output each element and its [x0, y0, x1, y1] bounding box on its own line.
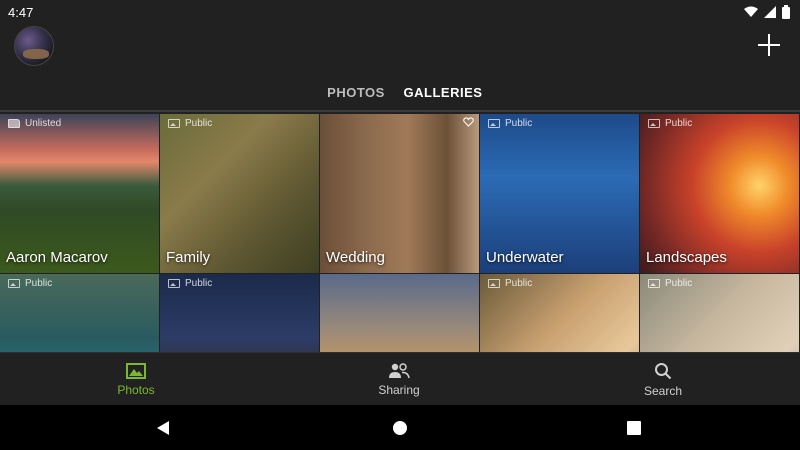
gallery-tile[interactable]: Wedding — [320, 114, 479, 273]
battery-icon — [782, 5, 790, 19]
heart-icon — [463, 117, 474, 127]
visibility-badge: Unlisted — [8, 118, 61, 129]
visibility-badge: Public — [168, 278, 212, 289]
photo-icon — [126, 362, 146, 379]
visibility-badge: Public — [648, 278, 692, 289]
nav-sharing[interactable]: Sharing — [319, 353, 479, 406]
status-bar: 4:47 — [0, 0, 800, 24]
gallery-icon — [648, 279, 660, 288]
back-icon — [157, 421, 169, 435]
tab-bar: PHOTOS GALLERIES — [0, 72, 800, 112]
home-button[interactable] — [389, 417, 411, 439]
gallery-icon — [488, 119, 500, 128]
gallery-title: Family — [166, 249, 211, 266]
visibility-badge: Public — [168, 118, 212, 129]
back-button[interactable] — [152, 417, 174, 439]
system-nav-bar — [0, 405, 800, 450]
gallery-tile[interactable]: Public Underwater — [480, 114, 639, 273]
gallery-tile[interactable]: Public — [480, 274, 639, 352]
galleries-grid: Unlisted Aaron Macarov Public Family Wed… — [0, 114, 800, 352]
nav-search[interactable]: Search — [583, 353, 743, 406]
status-time: 4:47 — [8, 4, 34, 20]
folder-icon — [8, 119, 20, 128]
gallery-title: Landscapes — [646, 249, 727, 266]
gallery-icon — [488, 279, 500, 288]
tab-photos[interactable]: PHOTOS — [322, 72, 390, 112]
signal-icon — [764, 6, 776, 18]
status-icons — [744, 5, 790, 19]
gallery-icon — [168, 279, 180, 288]
gallery-tile[interactable]: Public — [0, 274, 159, 352]
people-icon — [389, 362, 410, 378]
visibility-badge: Public — [648, 118, 692, 129]
gallery-tile[interactable]: Public — [640, 274, 799, 352]
user-avatar[interactable] — [14, 26, 54, 66]
add-icon[interactable] — [756, 32, 782, 58]
visibility-badge: Public — [488, 278, 532, 289]
gallery-tile[interactable]: Unlisted Aaron Macarov — [0, 114, 159, 273]
gallery-tile[interactable]: Public Family — [160, 114, 319, 273]
gallery-icon — [168, 119, 180, 128]
wifi-icon — [744, 6, 758, 17]
gallery-icon — [8, 279, 20, 288]
gallery-title: Aaron Macarov — [6, 249, 108, 266]
gallery-title: Wedding — [326, 249, 385, 266]
visibility-badge: Public — [8, 278, 52, 289]
gallery-title: Underwater — [486, 249, 564, 266]
visibility-badge: Public — [488, 118, 532, 129]
app-header: PHOTOS GALLERIES — [0, 24, 800, 112]
gallery-tile[interactable] — [320, 274, 479, 352]
tab-galleries[interactable]: GALLERIES — [404, 72, 482, 112]
gallery-tile[interactable]: Public — [160, 274, 319, 352]
search-icon — [655, 362, 672, 379]
nav-photos-label: Photos — [117, 382, 155, 397]
nav-photos[interactable]: Photos — [56, 353, 216, 406]
home-icon — [393, 421, 407, 435]
header-divider — [0, 110, 800, 112]
recents-button[interactable] — [623, 417, 645, 439]
gallery-icon — [648, 119, 660, 128]
bottom-navigation: Photos Sharing Search — [0, 352, 800, 405]
nav-sharing-label: Sharing — [378, 382, 420, 397]
nav-search-label: Search — [643, 383, 683, 398]
gallery-tile[interactable]: Public Landscapes — [640, 114, 799, 273]
recents-icon — [627, 421, 641, 435]
